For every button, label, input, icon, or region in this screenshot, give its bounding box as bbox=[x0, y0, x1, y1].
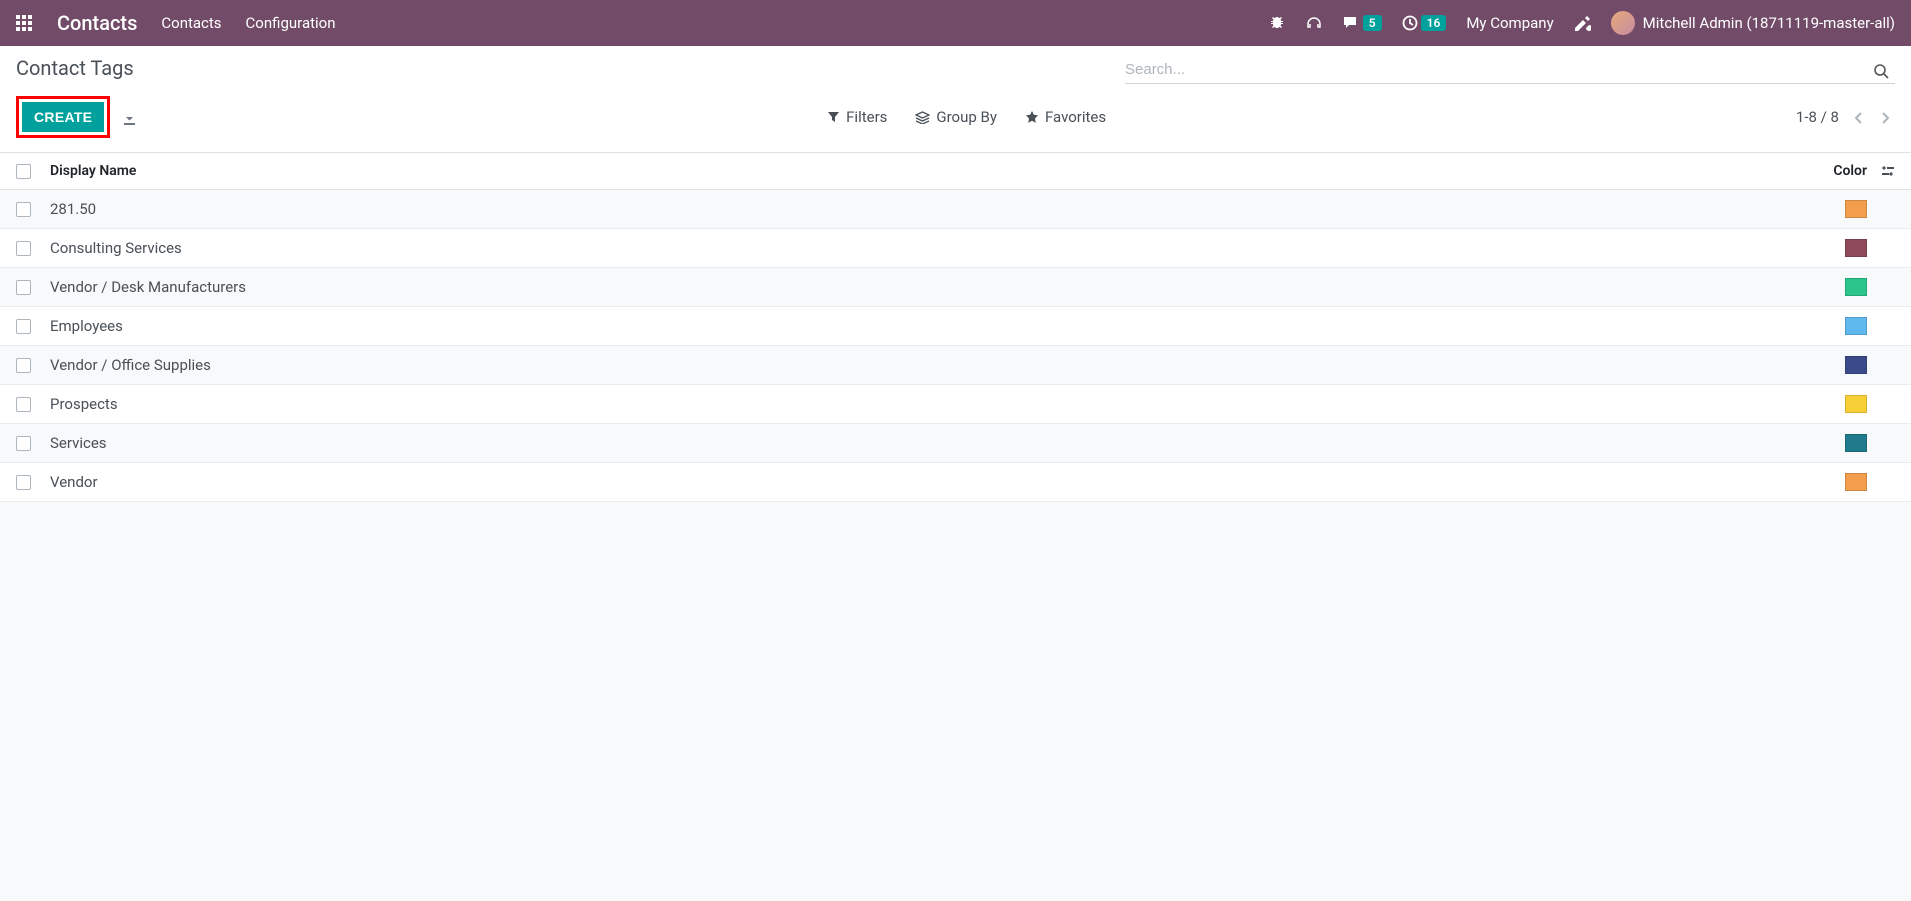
create-highlight: CREATE bbox=[16, 96, 110, 138]
top-navbar: Contacts Contacts Configuration 5 16 My … bbox=[0, 0, 1911, 46]
color-swatch[interactable] bbox=[1845, 356, 1867, 374]
export-icon[interactable] bbox=[122, 108, 137, 126]
color-swatch[interactable] bbox=[1845, 434, 1867, 452]
navbar-left: Contacts Contacts Configuration bbox=[16, 11, 336, 35]
row-checkbox[interactable] bbox=[16, 202, 31, 217]
table-row[interactable]: Employees bbox=[0, 307, 1911, 346]
optional-columns-icon[interactable] bbox=[1875, 163, 1895, 179]
messages-icon[interactable]: 5 bbox=[1343, 15, 1382, 31]
search-input[interactable] bbox=[1125, 61, 1867, 78]
color-swatch[interactable] bbox=[1845, 317, 1867, 335]
groupby-button[interactable]: Group By bbox=[915, 108, 997, 126]
pager-prev-icon[interactable] bbox=[1849, 107, 1867, 128]
search-container bbox=[1125, 56, 1895, 84]
pager-next-icon[interactable] bbox=[1877, 107, 1895, 128]
groupby-label: Group By bbox=[936, 108, 997, 126]
select-all-checkbox[interactable] bbox=[16, 164, 31, 179]
messages-badge: 5 bbox=[1363, 15, 1382, 31]
row-name: Vendor bbox=[50, 473, 1815, 491]
row-checkbox[interactable] bbox=[16, 280, 31, 295]
row-name: Services bbox=[50, 434, 1815, 452]
row-name: Vendor / Office Supplies bbox=[50, 356, 1815, 374]
row-name: Consulting Services bbox=[50, 239, 1815, 257]
row-name: 281.50 bbox=[50, 200, 1815, 218]
table-row[interactable]: Vendor bbox=[0, 463, 1911, 502]
navbar-right: 5 16 My Company Mitchell Admin (18711119… bbox=[1269, 11, 1895, 35]
row-name: Vendor / Desk Manufacturers bbox=[50, 278, 1815, 296]
nav-contacts[interactable]: Contacts bbox=[161, 14, 221, 32]
pager: 1-8 / 8 bbox=[1796, 107, 1895, 128]
activities-icon[interactable]: 16 bbox=[1402, 15, 1447, 31]
user-name: Mitchell Admin (18711119-master-all) bbox=[1643, 14, 1895, 32]
bug-icon[interactable] bbox=[1269, 15, 1285, 31]
table-row[interactable]: Vendor / Desk Manufacturers bbox=[0, 268, 1911, 307]
color-swatch[interactable] bbox=[1845, 395, 1867, 413]
table-row[interactable]: Vendor / Office Supplies bbox=[0, 346, 1911, 385]
header-color[interactable]: Color bbox=[1815, 163, 1875, 179]
color-swatch[interactable] bbox=[1845, 200, 1867, 218]
color-swatch[interactable] bbox=[1845, 278, 1867, 296]
app-name[interactable]: Contacts bbox=[57, 11, 137, 35]
row-name: Employees bbox=[50, 317, 1815, 335]
row-checkbox[interactable] bbox=[16, 358, 31, 373]
row-checkbox[interactable] bbox=[16, 436, 31, 451]
table: Display Name Color 281.50 Consulting Serv… bbox=[0, 153, 1911, 502]
tools-icon[interactable] bbox=[1574, 15, 1591, 32]
row-checkbox[interactable] bbox=[16, 241, 31, 256]
table-row[interactable]: 281.50 bbox=[0, 190, 1911, 229]
nav-configuration[interactable]: Configuration bbox=[246, 14, 336, 32]
favorites-label: Favorites bbox=[1045, 108, 1106, 126]
support-icon[interactable] bbox=[1305, 15, 1323, 31]
user-menu[interactable]: Mitchell Admin (18711119-master-all) bbox=[1611, 11, 1895, 35]
company-name[interactable]: My Company bbox=[1466, 14, 1553, 32]
pager-text[interactable]: 1-8 / 8 bbox=[1796, 108, 1839, 126]
filters-label: Filters bbox=[846, 108, 887, 126]
page-title: Contact Tags bbox=[16, 56, 134, 80]
table-row[interactable]: Consulting Services bbox=[0, 229, 1911, 268]
apps-grid-icon[interactable] bbox=[16, 13, 33, 34]
table-row[interactable]: Services bbox=[0, 424, 1911, 463]
table-header: Display Name Color bbox=[0, 153, 1911, 190]
filters-button[interactable]: Filters bbox=[827, 108, 887, 126]
row-checkbox[interactable] bbox=[16, 475, 31, 490]
table-row[interactable]: Prospects bbox=[0, 385, 1911, 424]
create-button[interactable]: CREATE bbox=[22, 102, 104, 132]
control-bar: Contact Tags CREATE Filters Group By bbox=[0, 46, 1911, 153]
row-checkbox[interactable] bbox=[16, 319, 31, 334]
color-swatch[interactable] bbox=[1845, 239, 1867, 257]
favorites-button[interactable]: Favorites bbox=[1025, 108, 1106, 126]
row-name: Prospects bbox=[50, 395, 1815, 413]
header-display-name[interactable]: Display Name bbox=[50, 163, 1815, 179]
row-checkbox[interactable] bbox=[16, 397, 31, 412]
search-icon[interactable] bbox=[1867, 60, 1895, 79]
activities-badge: 16 bbox=[1421, 15, 1447, 31]
filter-bar: Filters Group By Favorites bbox=[827, 108, 1106, 126]
color-swatch[interactable] bbox=[1845, 473, 1867, 491]
avatar-icon bbox=[1611, 11, 1635, 35]
